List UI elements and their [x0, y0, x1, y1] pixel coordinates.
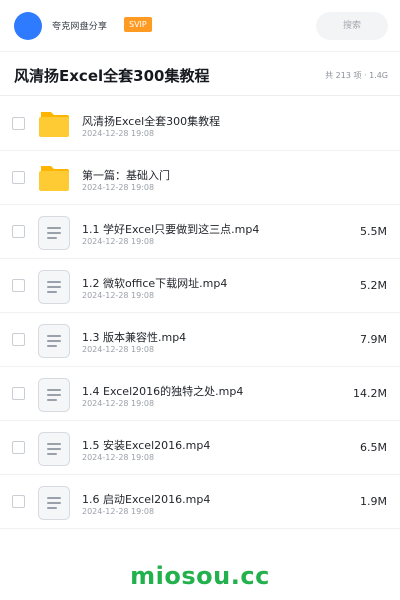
select-checkbox[interactable]: [12, 171, 25, 184]
list-item[interactable]: 1.1 学好Excel只要做到这三点.mp4 2024-12-28 19:08 …: [0, 205, 400, 259]
select-checkbox[interactable]: [12, 441, 25, 454]
item-size: 14.2M: [353, 387, 387, 400]
list-item[interactable]: 1.3 版本兼容性.mp4 2024-12-28 19:08 7.9M: [0, 313, 400, 367]
item-count: 共 213 项 · 1.4G: [325, 71, 388, 80]
select-checkbox[interactable]: [12, 333, 25, 346]
item-size: 5.2M: [360, 279, 387, 292]
file-list: 风清扬Excel全套300集教程 2024-12-28 19:08 第一篇：基础…: [0, 97, 400, 529]
username: 夸克网盘分享: [52, 22, 108, 32]
item-date: 2024-12-28 19:08: [82, 129, 155, 138]
folder-icon: [39, 166, 69, 191]
watermark: miosou.cc: [130, 562, 270, 590]
item-date: 2024-12-28 19:08: [82, 183, 155, 192]
select-checkbox[interactable]: [12, 495, 25, 508]
item-date: 2024-12-28 19:08: [82, 291, 155, 300]
item-name: 1.2 微软office下载网址.mp4: [82, 277, 228, 290]
select-checkbox[interactable]: [12, 387, 25, 400]
item-size: 7.9M: [360, 333, 387, 346]
item-size: 1.9M: [360, 495, 387, 508]
header: 夸克网盘分享 SVIP: [0, 0, 400, 52]
document-icon: [38, 432, 70, 466]
document-icon: [38, 324, 70, 358]
item-size: 5.5M: [360, 225, 387, 238]
svip-badge: SVIP: [124, 17, 152, 32]
share-page: 夸克网盘分享 SVIP 风清扬Excel全套300集教程 共 213 项 · 1…: [0, 0, 400, 600]
item-date: 2024-12-28 19:08: [82, 345, 155, 354]
select-checkbox[interactable]: [12, 225, 25, 238]
avatar[interactable]: [14, 12, 42, 40]
list-item[interactable]: 风清扬Excel全套300集教程 2024-12-28 19:08: [0, 97, 400, 151]
item-date: 2024-12-28 19:08: [82, 237, 155, 246]
item-date: 2024-12-28 19:08: [82, 507, 155, 516]
item-name: 1.1 学好Excel只要做到这三点.mp4: [82, 223, 260, 236]
select-checkbox[interactable]: [12, 279, 25, 292]
document-icon: [38, 270, 70, 304]
list-item[interactable]: 1.4 Excel2016的独特之处.mp4 2024-12-28 19:08 …: [0, 367, 400, 421]
title-bar: 风清扬Excel全套300集教程 共 213 项 · 1.4G: [0, 52, 400, 96]
list-item[interactable]: 1.5 安装Excel2016.mp4 2024-12-28 19:08 6.5…: [0, 421, 400, 475]
select-checkbox[interactable]: [12, 117, 25, 130]
list-item[interactable]: 第一篇：基础入门 2024-12-28 19:08: [0, 151, 400, 205]
folder-icon: [39, 112, 69, 137]
item-date: 2024-12-28 19:08: [82, 399, 155, 408]
item-name: 1.5 安装Excel2016.mp4: [82, 439, 211, 452]
search-input[interactable]: [316, 12, 388, 40]
list-item[interactable]: 1.6 启动Excel2016.mp4 2024-12-28 19:08 1.9…: [0, 475, 400, 529]
item-name: 第一篇：基础入门: [82, 169, 170, 182]
item-size: 6.5M: [360, 441, 387, 454]
item-name: 1.6 启动Excel2016.mp4: [82, 493, 211, 506]
document-icon: [38, 216, 70, 250]
page-title: 风清扬Excel全套300集教程: [14, 67, 210, 85]
item-name: 1.3 版本兼容性.mp4: [82, 331, 187, 344]
document-icon: [38, 378, 70, 412]
document-icon: [38, 486, 70, 520]
list-item[interactable]: 1.2 微软office下载网址.mp4 2024-12-28 19:08 5.…: [0, 259, 400, 313]
item-date: 2024-12-28 19:08: [82, 453, 155, 462]
item-name: 风清扬Excel全套300集教程: [82, 115, 221, 128]
item-name: 1.4 Excel2016的独特之处.mp4: [82, 385, 244, 398]
